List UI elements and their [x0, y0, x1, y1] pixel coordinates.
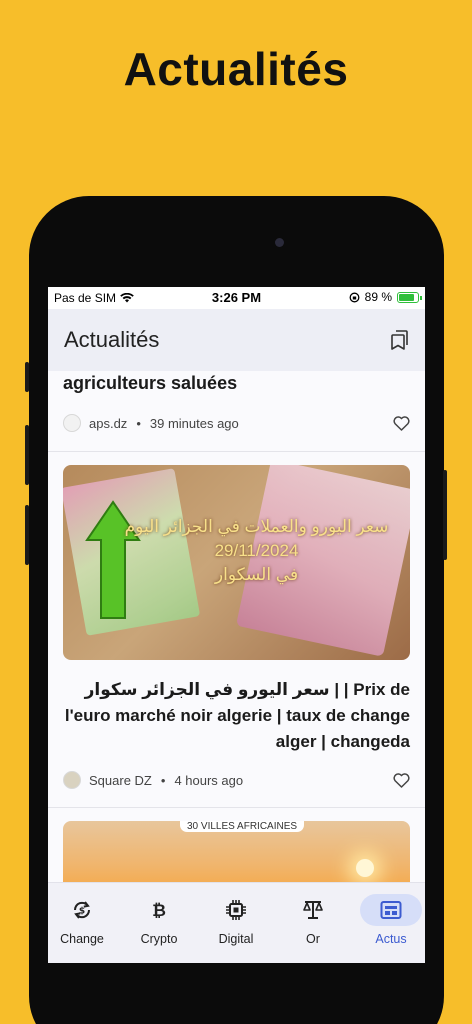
- gold-scale-icon: [303, 901, 323, 919]
- svg-text:$: $: [79, 907, 85, 917]
- image-caption: سعر اليورو والعملات في الجزائر اليوم 29/…: [123, 515, 390, 587]
- phone-power-button: [443, 470, 447, 560]
- image-text-line: في السكوار: [214, 565, 299, 584]
- nav-label: Digital: [218, 932, 254, 946]
- status-bar: Pas de SIM 3:26 PM 89 %: [48, 287, 425, 309]
- phone-mute-switch: [25, 362, 29, 392]
- nav-icon-wrap: [205, 894, 267, 926]
- page-title: Actualités: [64, 327, 160, 352]
- article-image[interactable]: 30 VILLES AFRICAINES: [63, 821, 410, 882]
- currency-exchange-icon: $: [73, 901, 91, 919]
- nav-label: Change: [60, 932, 104, 946]
- divider: [48, 451, 425, 452]
- article-title[interactable]: سعر اليورو في الجزائر سكوار | | Prix de …: [63, 677, 410, 755]
- news-feed[interactable]: agriculteurs saluées aps.dz • 39 minutes…: [48, 371, 425, 882]
- heart-icon[interactable]: [393, 415, 410, 431]
- nav-icon-wrap-active: [360, 894, 422, 926]
- promo-title: Actualités: [123, 43, 349, 95]
- battery-percent: 89 %: [364, 290, 392, 304]
- app-screen: Pas de SIM 3:26 PM 89 % Actualités agric…: [48, 287, 425, 963]
- sunset-graphic: [356, 859, 374, 877]
- front-camera: [275, 238, 284, 247]
- phone-volume-down: [25, 505, 29, 565]
- nav-item-digital[interactable]: Digital: [202, 894, 270, 946]
- previous-article-meta: aps.dz • 39 minutes ago: [63, 414, 410, 432]
- nav-item-crypto[interactable]: ₿ Crypto: [125, 894, 193, 946]
- article-meta: Square DZ • 4 hours ago: [63, 771, 410, 789]
- bookmarks-icon[interactable]: [391, 330, 409, 350]
- nav-icon-wrap: ₿: [128, 894, 190, 926]
- meta-separator: •: [136, 415, 141, 431]
- orientation-lock-icon: [349, 292, 360, 302]
- source-avatar: [63, 771, 81, 789]
- chip-icon: [226, 900, 246, 920]
- source-name: aps.dz: [89, 415, 128, 431]
- nav-item-actus[interactable]: Actus: [357, 894, 425, 946]
- svg-text:₿: ₿: [152, 901, 166, 921]
- image-text-date: 29/11/2024: [214, 541, 299, 560]
- nav-label: Or: [306, 932, 320, 946]
- phone-volume-up: [25, 425, 29, 485]
- image-text-line: سعر اليورو والعملات في الجزائر اليوم: [124, 517, 389, 536]
- divider: [48, 807, 425, 808]
- image-label: 30 VILLES AFRICAINES: [180, 821, 305, 832]
- heart-icon[interactable]: [393, 772, 410, 788]
- status-right: 89 %: [349, 290, 422, 304]
- article-time: 39 minutes ago: [149, 415, 239, 431]
- battery-icon: [397, 291, 422, 303]
- article-image[interactable]: سعر اليورو والعملات في الجزائر اليوم 29/…: [63, 465, 410, 660]
- app-bar: Actualités: [48, 309, 425, 371]
- nav-icon-wrap: $: [51, 894, 113, 926]
- bitcoin-icon: ₿: [152, 901, 166, 921]
- meta-separator: •: [160, 772, 166, 788]
- nav-item-change[interactable]: $ Change: [48, 894, 116, 946]
- nav-item-or[interactable]: Or: [279, 894, 347, 946]
- news-icon: [380, 901, 402, 919]
- nav-label: Actus: [375, 932, 407, 946]
- article-time: 4 hours ago: [174, 772, 244, 788]
- nav-icon-wrap: [282, 894, 344, 926]
- previous-article-title[interactable]: agriculteurs saluées: [63, 373, 237, 394]
- bottom-navigation: $ Change ₿ Crypto Digital Or Actus: [48, 882, 425, 963]
- source-avatar: [63, 414, 81, 432]
- nav-label: Crypto: [140, 932, 178, 946]
- source-name: Square DZ: [89, 772, 152, 788]
